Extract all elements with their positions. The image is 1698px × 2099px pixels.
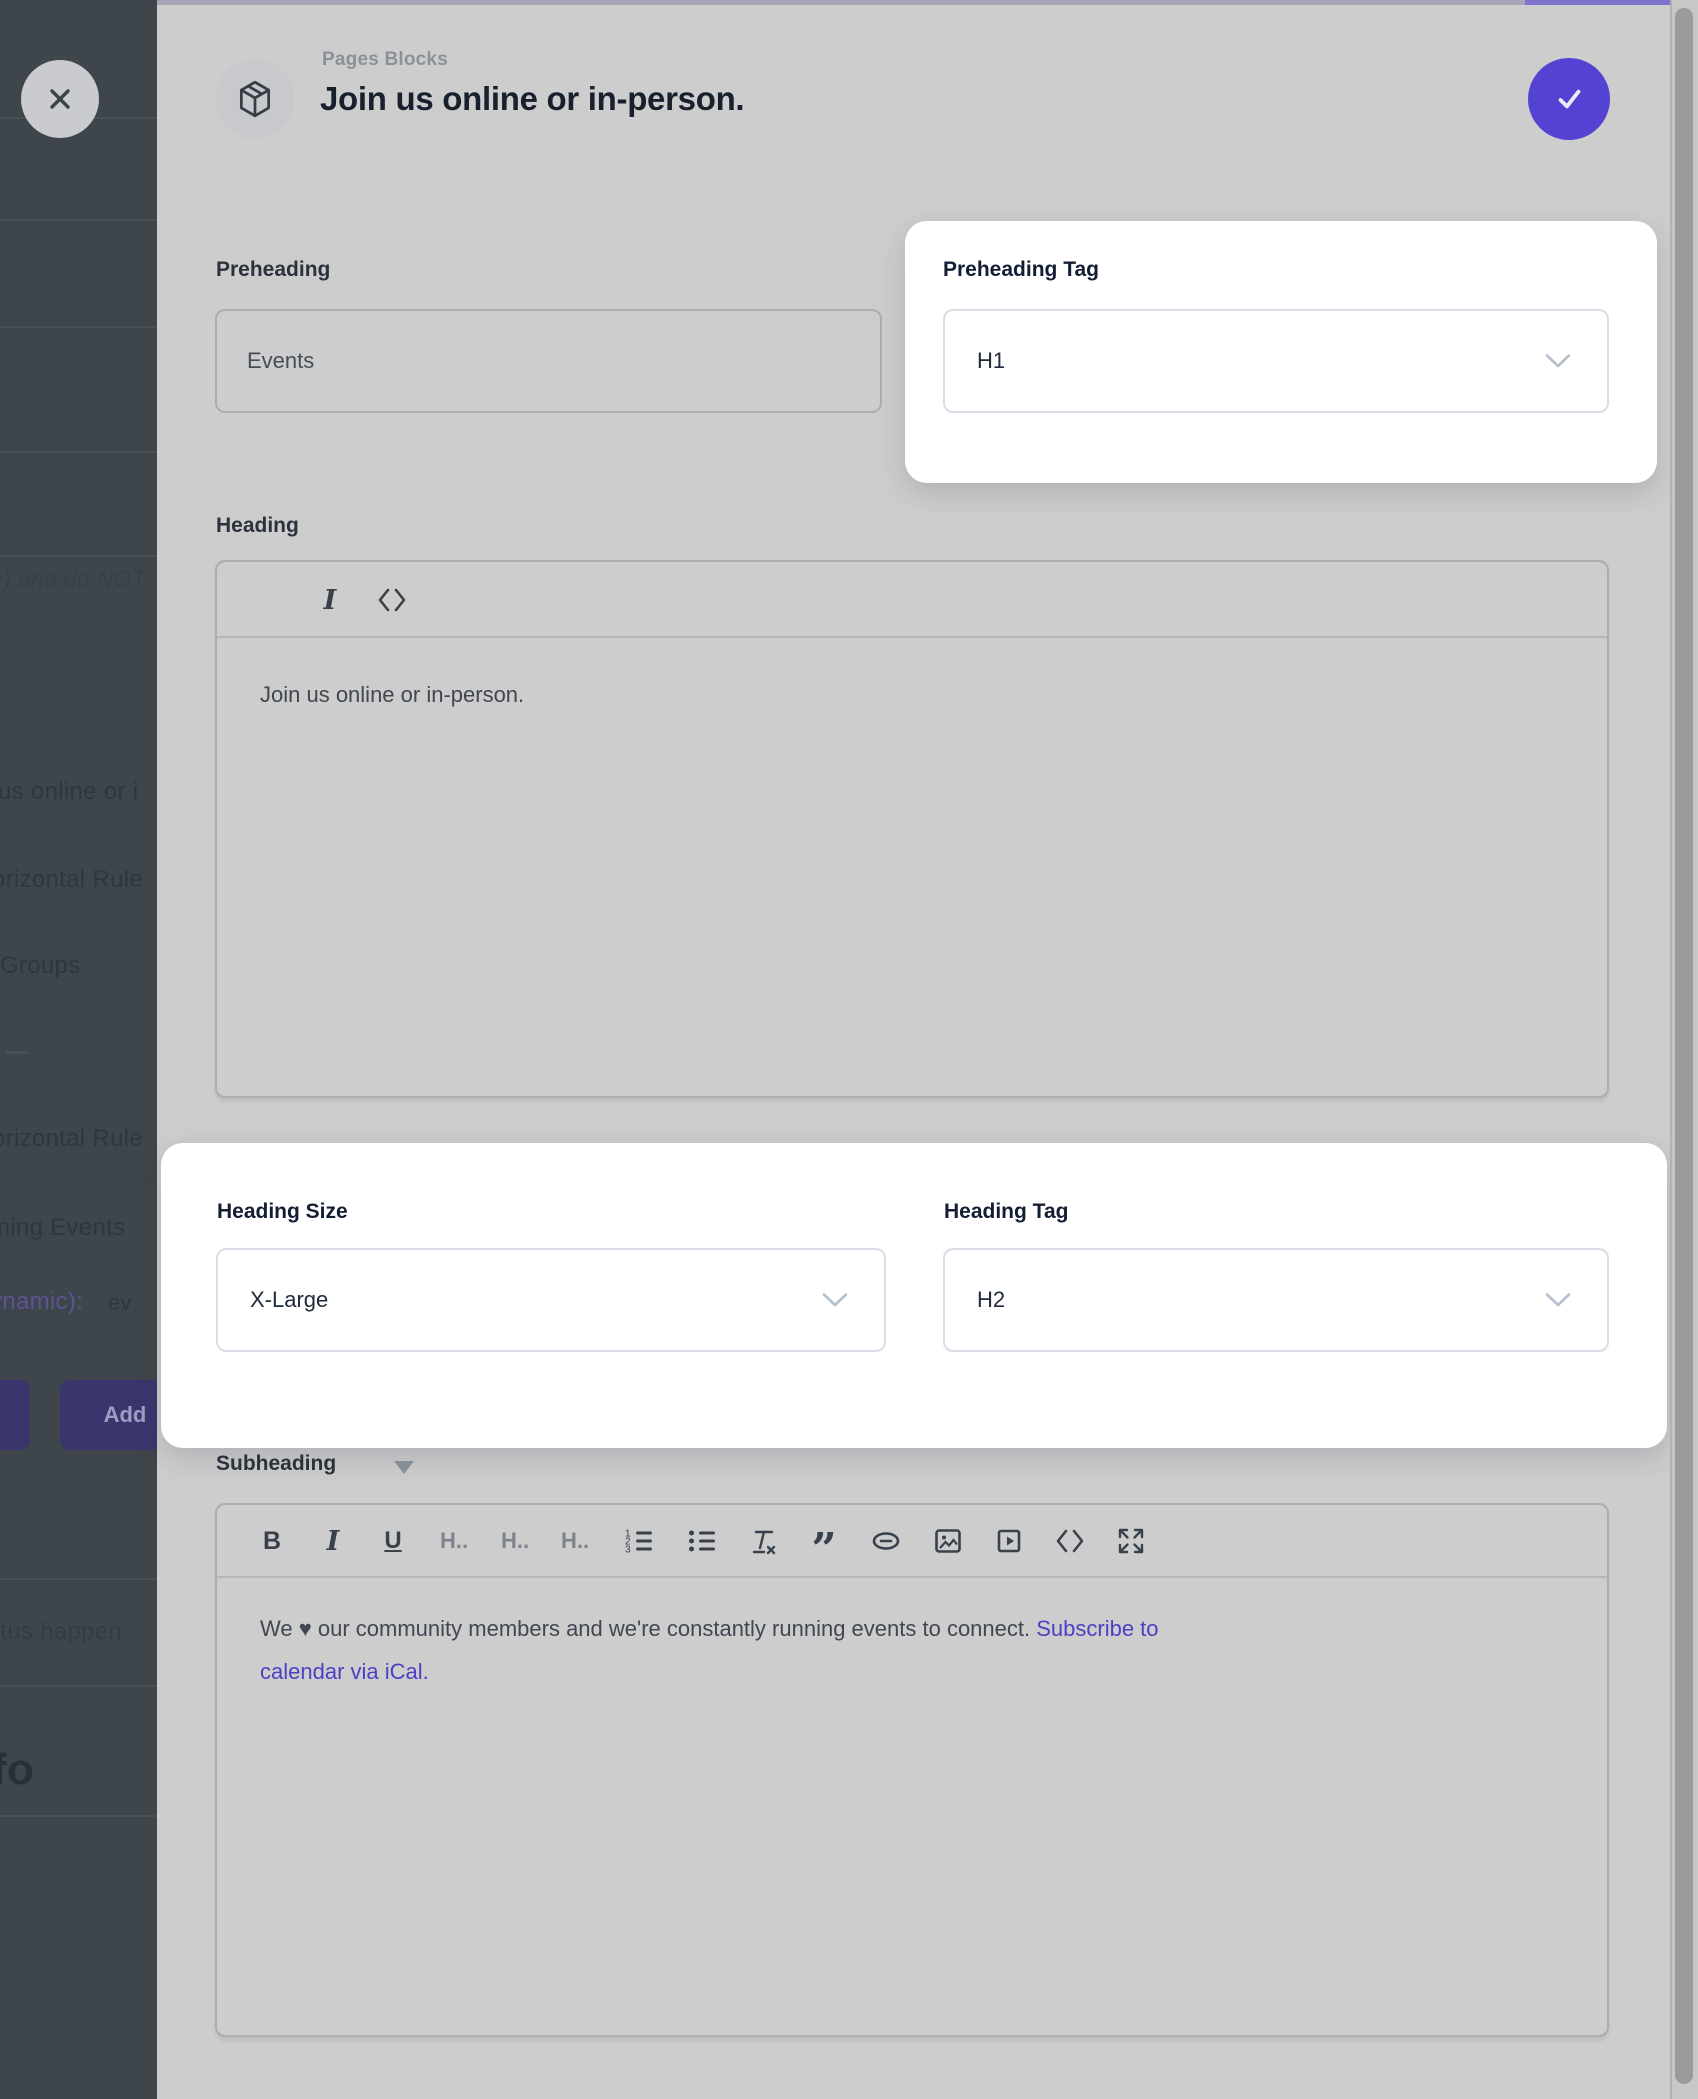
chevron-down-icon [1545,354,1571,369]
checkmark-icon [1550,80,1588,118]
clear-format-button[interactable] [740,1518,786,1564]
preheading-tag-select[interactable]: H1 [943,309,1609,413]
subheading-editor-toolbar: B I U H.. H.. H.. 123 [217,1505,1607,1578]
subscribe-link[interactable]: calendar via iCal. [260,1659,429,1684]
background-button[interactable] [0,1380,30,1450]
background-text: orizontal Rule [0,866,143,894]
divider [0,555,157,557]
heading-editor-toolbar: I [217,562,1607,638]
code-button[interactable] [369,577,415,623]
preheading-input[interactable]: Events [215,309,882,413]
background-text: e) and do NOT [0,566,146,593]
heading-size-value: X-Large [250,1287,328,1313]
chevron-down-icon [1545,1293,1571,1308]
cube-icon [234,78,276,120]
screen: e) and do NOT us online or i orizontal R… [0,0,1698,2099]
heading2-button[interactable]: H.. [492,1518,538,1564]
divider [0,451,157,453]
link-button[interactable] [863,1518,909,1564]
heading-tag-value: H2 [977,1287,1005,1313]
heading-editor: I Join us online or in-person. [215,560,1609,1098]
background-text: Groups [0,952,81,980]
subheading-label: Subheading [216,1452,336,1476]
divider [0,326,157,328]
preheading-tag-value: H1 [977,348,1005,374]
image-button[interactable] [925,1518,971,1564]
save-confirm-button[interactable] [1528,58,1610,140]
heading1-button[interactable]: H.. [431,1518,477,1564]
bold-button[interactable]: B [249,1518,295,1564]
background-text: orizontal Rule [0,1125,143,1153]
italic-button[interactable]: I [307,577,353,623]
underline-button[interactable]: U [370,1518,416,1564]
heading-size-select[interactable]: X-Large [216,1248,886,1352]
scrollbar-thumb[interactable] [1675,8,1693,2084]
divider [0,1578,157,1580]
breadcrumb-kicker: Pages Blocks [322,49,448,71]
heading-editor-content[interactable]: Join us online or in-person. [260,682,524,708]
divider [0,1815,157,1817]
subheading-editor: B I U H.. H.. H.. 123 [215,1503,1609,2037]
heading-label: Heading [216,514,299,538]
svg-text:3: 3 [625,1545,631,1556]
subscribe-link[interactable]: Subscribe to [1036,1616,1158,1641]
divider [0,219,157,221]
preheading-label: Preheading [216,258,330,282]
italic-button[interactable]: I [310,1518,356,1564]
close-icon [45,84,75,114]
heading-size-label: Heading Size [217,1200,348,1224]
background-text: us online or i [0,778,138,806]
background-text: ev [108,1290,132,1316]
ordered-list-button[interactable]: 123 [616,1518,662,1564]
blockquote-button[interactable]: ” [801,1518,847,1564]
heading-tag-select[interactable]: H2 [943,1248,1609,1352]
code-button[interactable] [1047,1518,1093,1564]
preheading-tag-label: Preheading Tag [943,258,1099,282]
divider-short [6,1051,28,1054]
add-button[interactable]: Add [60,1380,157,1450]
bullet-list-button[interactable] [679,1518,725,1564]
heading-tag-label: Heading Tag [944,1200,1068,1224]
background-text: fo [0,1745,34,1795]
chevron-down-icon [822,1293,848,1308]
add-button-label: Add [104,1402,147,1428]
background-text: ynamic): [0,1288,83,1316]
video-button[interactable] [986,1518,1032,1564]
background-text: ming Events [0,1214,125,1242]
collapse-triangle-icon[interactable] [394,1461,414,1474]
heading3-button[interactable]: H.. [552,1518,598,1564]
subheading-text: We ♥ our community members and we're con… [260,1616,1030,1641]
subheading-editor-content[interactable]: We ♥ our community members and we're con… [260,1607,1580,1693]
background-text: ctus happen [0,1618,122,1646]
fullscreen-button[interactable] [1108,1518,1154,1564]
preheading-value: Events [247,348,314,374]
close-button[interactable] [21,60,99,138]
page-title: Join us online or in-person. [320,80,744,118]
divider [0,1685,157,1687]
block-type-avatar [215,59,295,139]
dimmed-background-sidebar: e) and do NOT us online or i orizontal R… [0,0,157,2099]
